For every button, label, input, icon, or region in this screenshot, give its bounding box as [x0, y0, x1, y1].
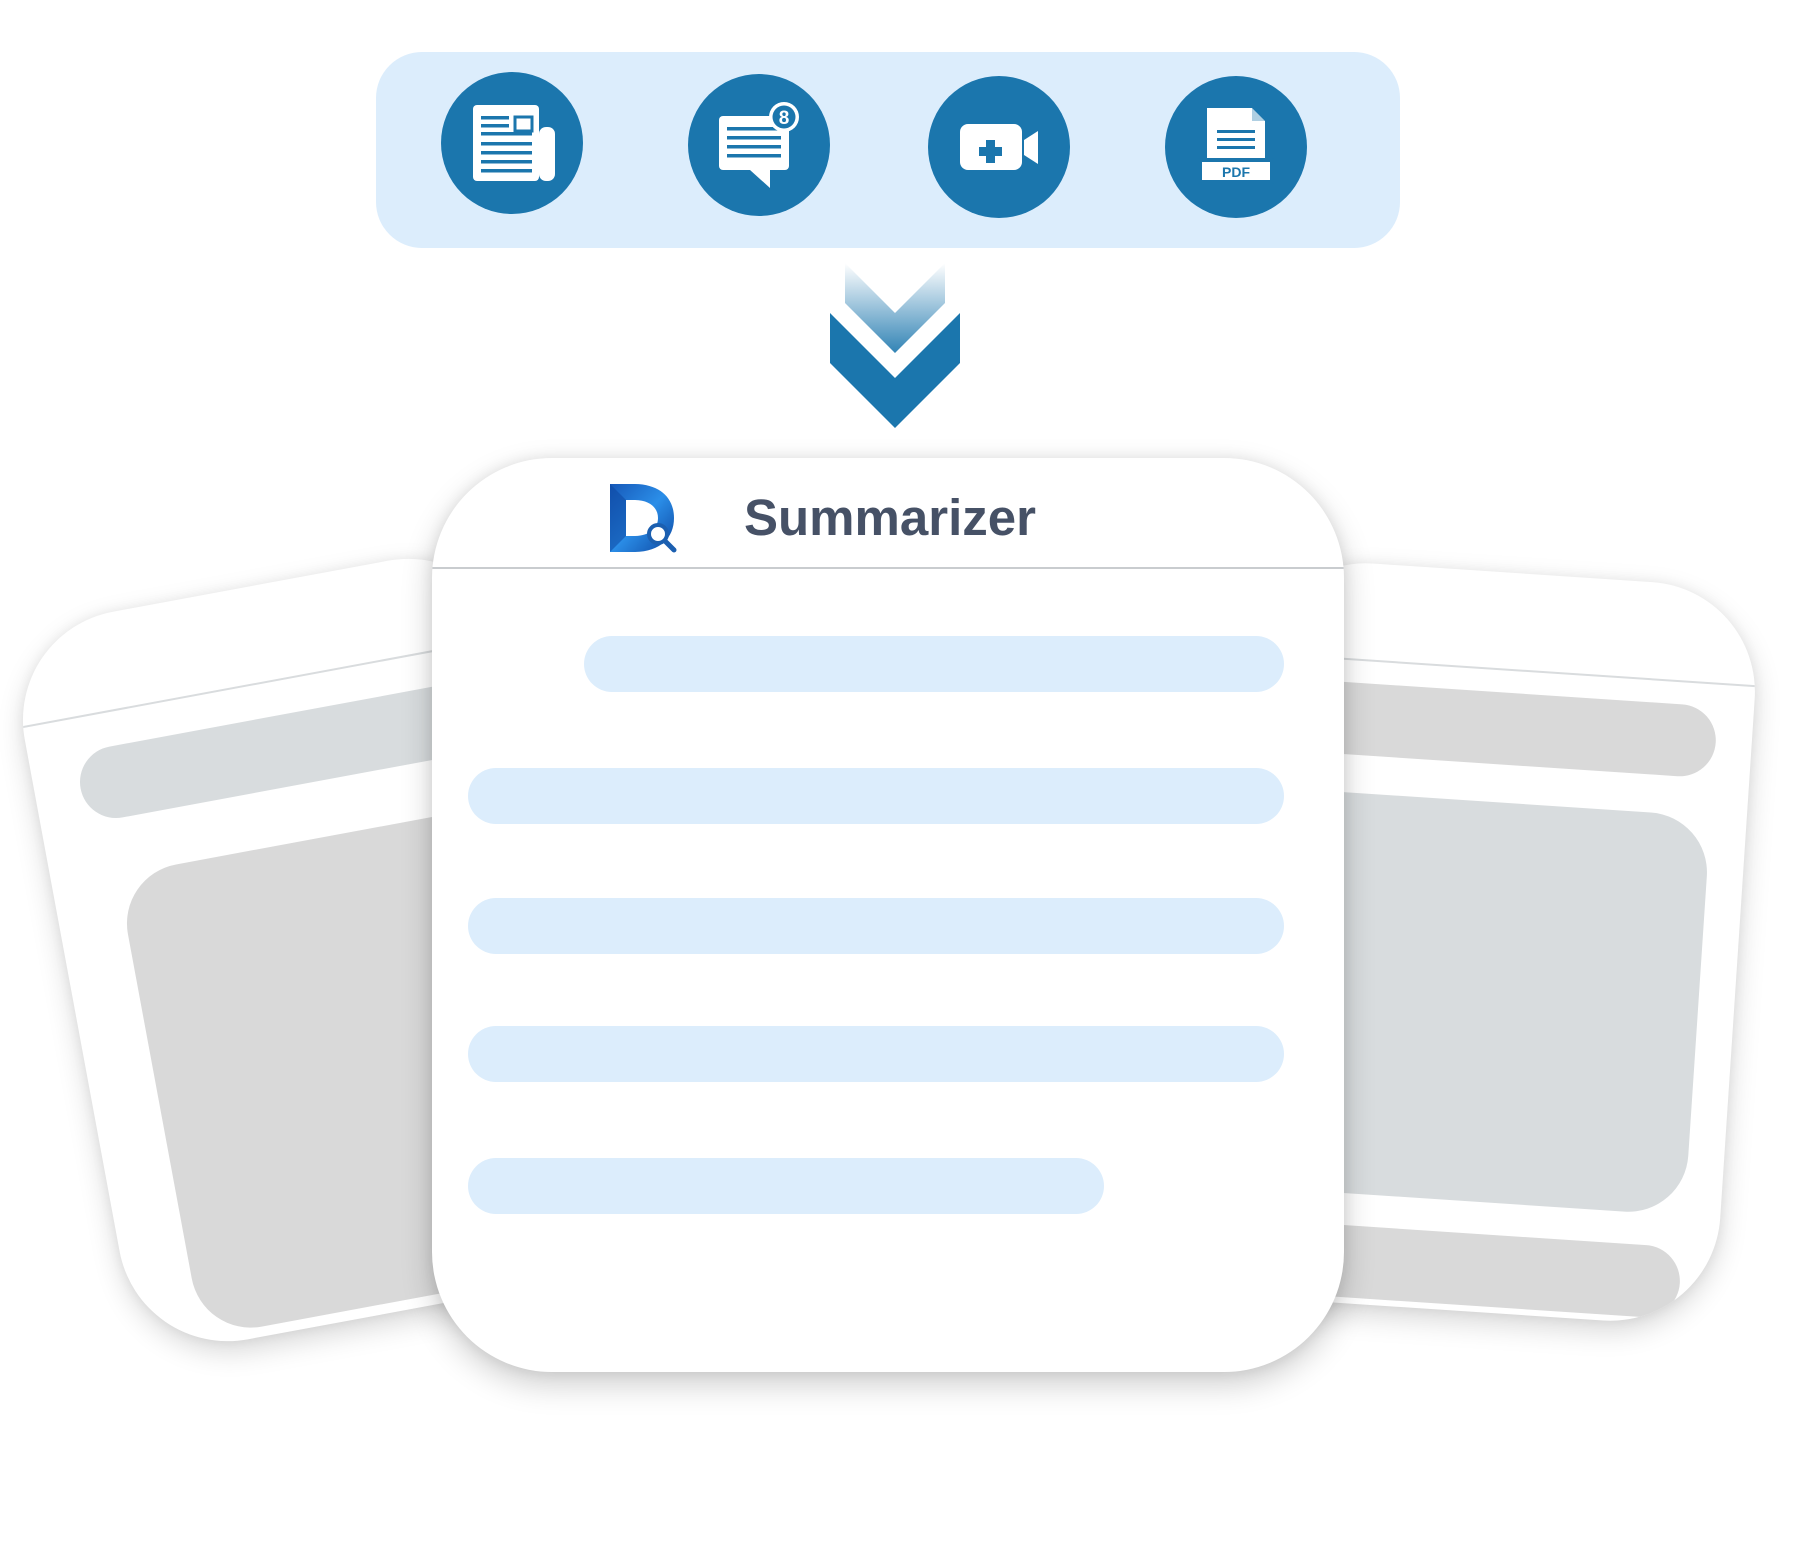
summary-line: [468, 898, 1284, 954]
pdf-document-icon[interactable]: PDF: [1165, 76, 1307, 218]
summary-line: [584, 636, 1284, 692]
input-sources-bar: 8 PDF: [376, 52, 1400, 248]
summary-line: [468, 1158, 1104, 1214]
summary-line: [468, 1026, 1284, 1082]
summarizer-header: Summarizer: [432, 458, 1344, 568]
summary-line: [468, 768, 1284, 824]
video-call-icon[interactable]: [928, 76, 1070, 218]
header-divider: [432, 567, 1344, 569]
double-chevron-down-icon: [830, 263, 960, 428]
chat-message-icon[interactable]: 8: [688, 74, 830, 216]
placeholder-bar: [1284, 678, 1719, 779]
app-title: Summarizer: [744, 489, 1036, 546]
d-search-logo-icon: [610, 484, 677, 553]
summarizer-card: Summarizer: [432, 458, 1344, 1372]
newspaper-icon[interactable]: [441, 72, 583, 214]
chat-badge-count: 8: [779, 108, 790, 129]
pdf-label: PDF: [1222, 164, 1250, 180]
